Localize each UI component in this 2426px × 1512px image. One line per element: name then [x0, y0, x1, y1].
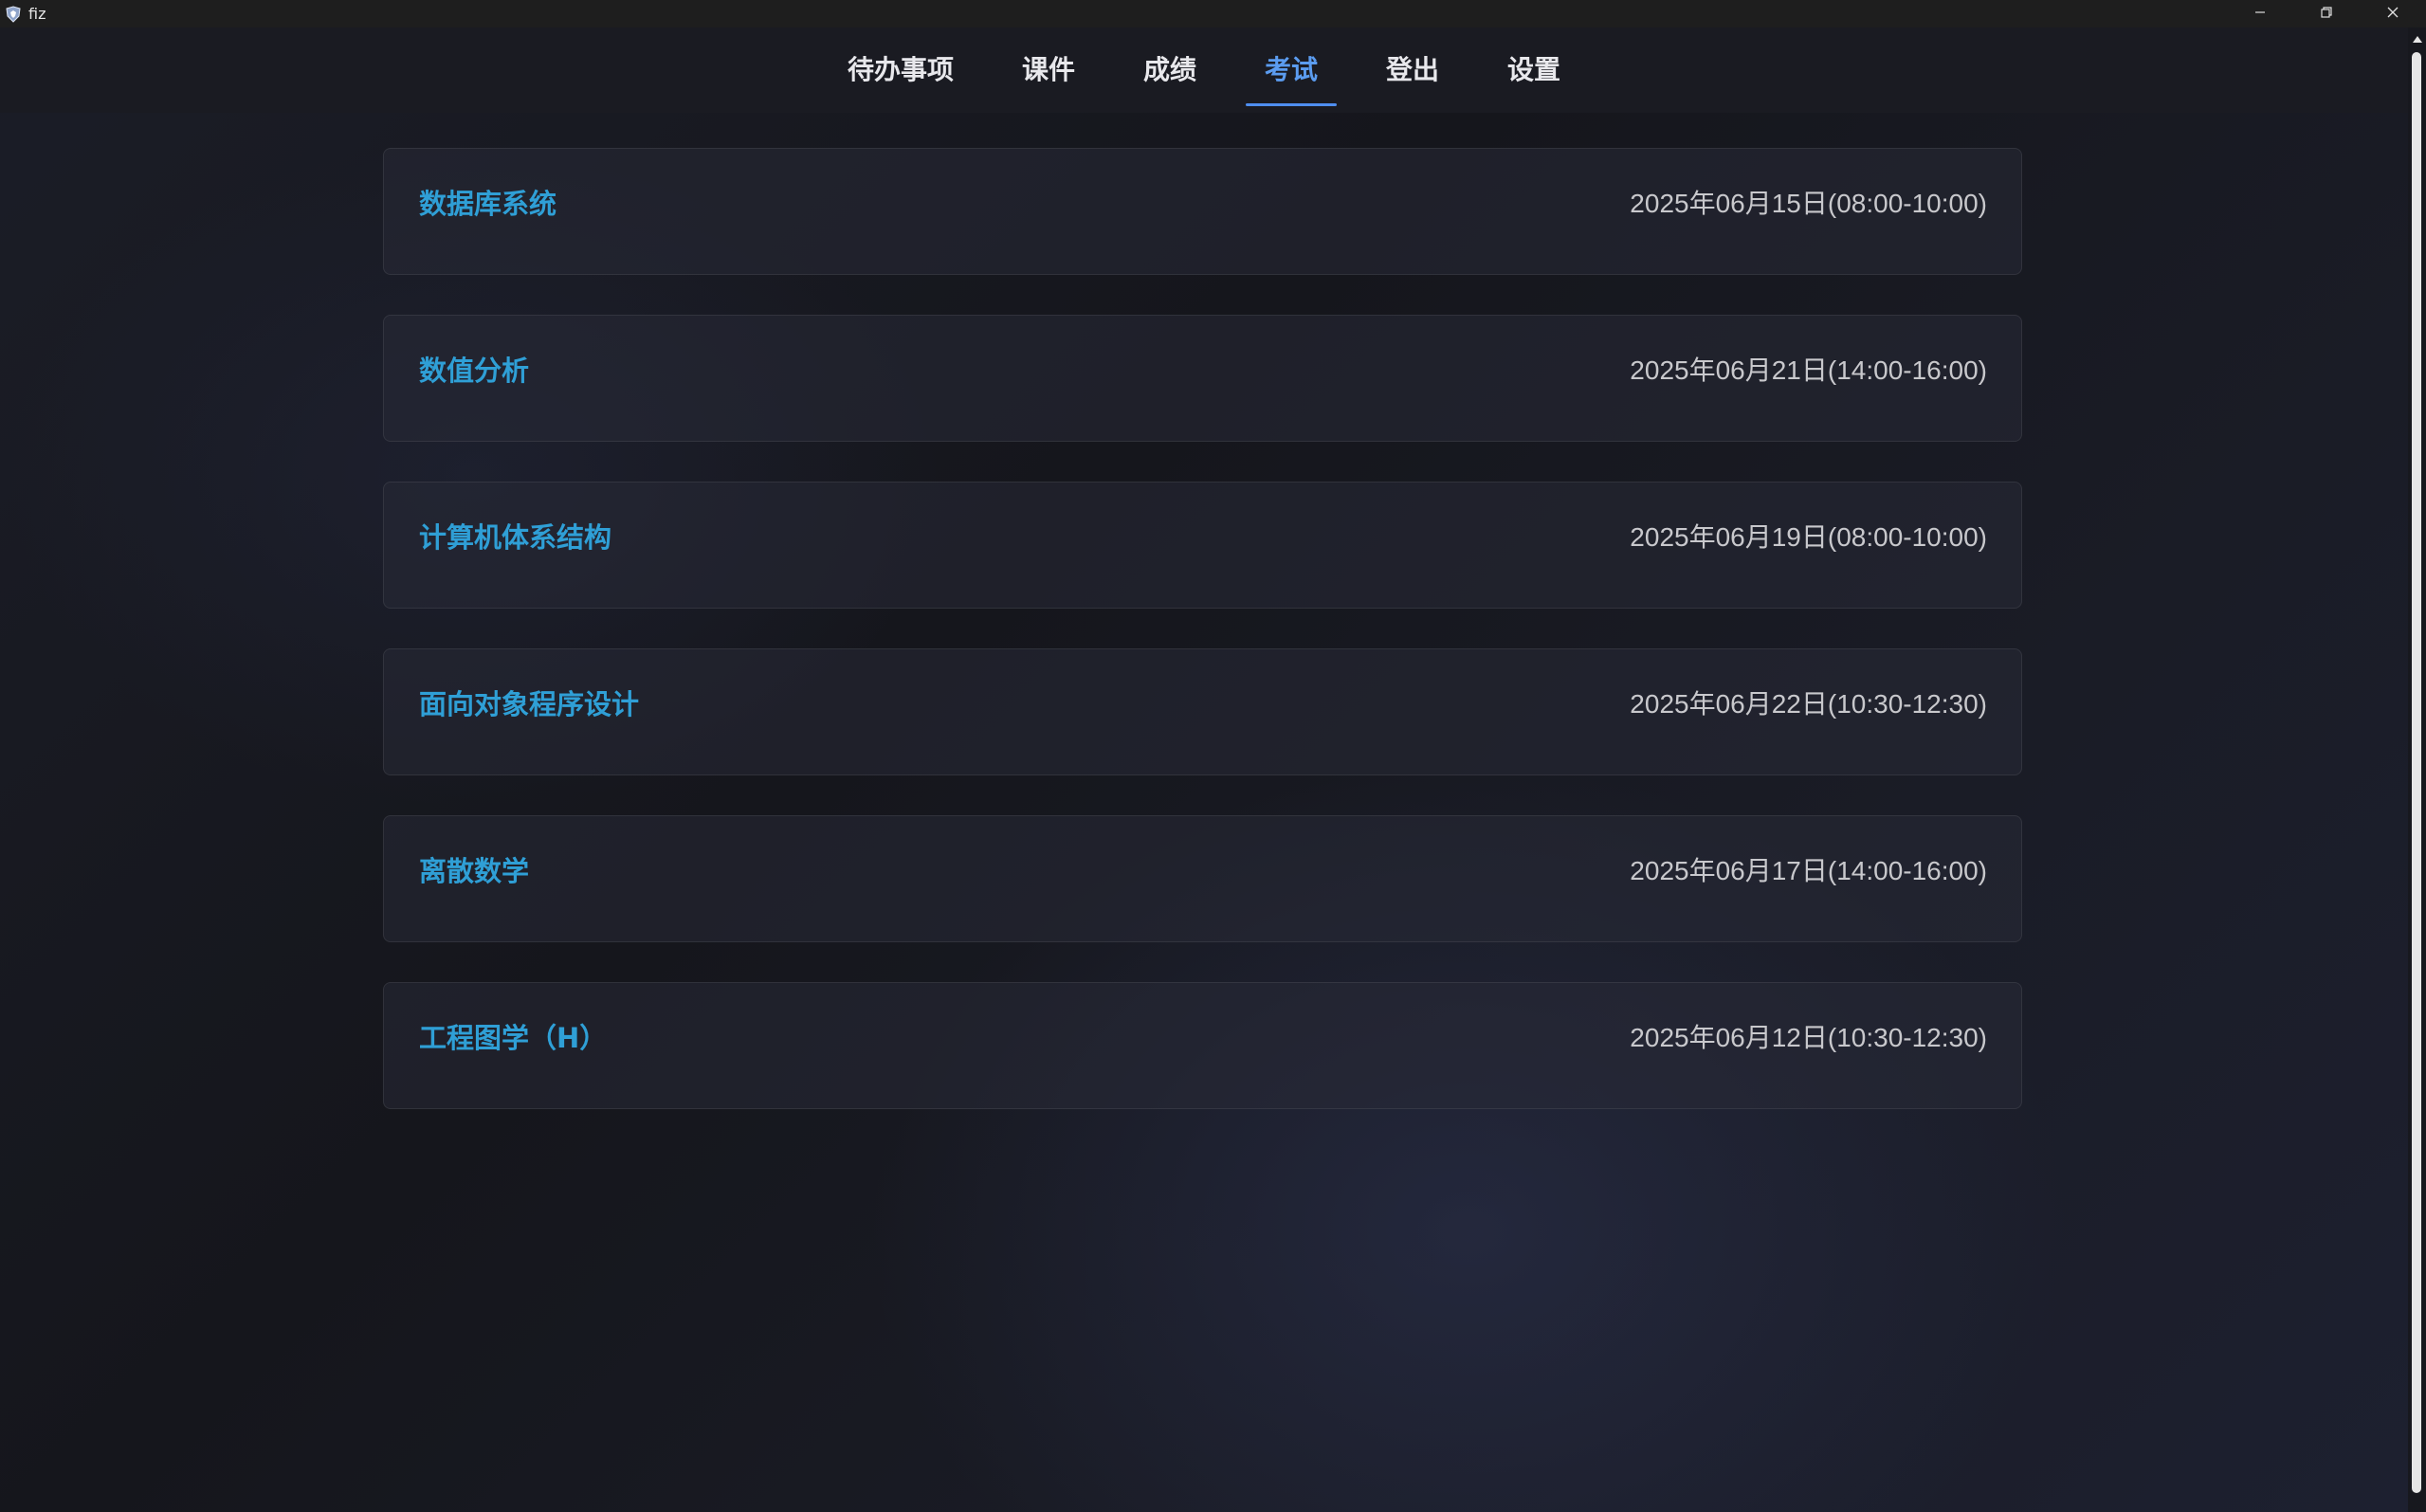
exam-time: 2025年06月12日(10:30-12:30): [1630, 1023, 1987, 1052]
exam-card[interactable]: 计算机体系结构 2025年06月19日(08:00-10:00): [383, 482, 2022, 609]
nav-tabs: 待办事项 课件 成绩 考试 登出 设置: [0, 27, 2408, 113]
restore-icon: [2320, 5, 2333, 23]
close-icon: [2386, 5, 2399, 23]
tab-logout[interactable]: 登出: [1367, 34, 1458, 106]
exam-time: 2025年06月22日(10:30-12:30): [1630, 689, 1987, 719]
scroll-up-arrow-icon: [2412, 29, 2423, 47]
app-window: fiz 待办事项 课件 成绩 考试 登出 设置 数据库系统 2025年06月15…: [0, 0, 2426, 1512]
exam-card[interactable]: 数值分析 2025年06月21日(14:00-16:00): [383, 315, 2022, 442]
tab-todo[interactable]: 待办事项: [829, 34, 973, 106]
exam-time: 2025年06月15日(08:00-10:00): [1630, 189, 1987, 218]
exam-name: 数值分析: [419, 355, 530, 387]
exam-card[interactable]: 工程图学（H） 2025年06月12日(10:30-12:30): [383, 982, 2022, 1109]
exam-card[interactable]: 数据库系统 2025年06月15日(08:00-10:00): [383, 148, 2022, 275]
scroll-up-button[interactable]: [2408, 27, 2426, 48]
scrollbar-thumb[interactable]: [2412, 52, 2421, 1493]
tab-courseware[interactable]: 课件: [1003, 34, 1094, 106]
exam-card[interactable]: 离散数学 2025年06月17日(14:00-16:00): [383, 815, 2022, 942]
vertical-scrollbar[interactable]: [2408, 27, 2426, 1512]
close-button[interactable]: [2360, 0, 2426, 27]
exam-name: 面向对象程序设计: [419, 688, 640, 720]
minimize-icon: [2253, 5, 2267, 23]
exam-name: 数据库系统: [419, 188, 557, 220]
minimize-button[interactable]: [2227, 0, 2293, 27]
exam-name: 离散数学: [419, 855, 530, 887]
window-controls: [2227, 0, 2426, 27]
window-title: fiz: [28, 5, 46, 23]
tab-exams[interactable]: 考试: [1246, 34, 1338, 106]
exam-list: 数据库系统 2025年06月15日(08:00-10:00) 数值分析 2025…: [383, 148, 2022, 1149]
title-bar[interactable]: fiz: [0, 0, 2426, 27]
tab-settings[interactable]: 设置: [1488, 34, 1579, 106]
exam-time: 2025年06月19日(08:00-10:00): [1630, 522, 1987, 552]
app-logo-icon: [4, 5, 23, 24]
exam-time: 2025年06月21日(14:00-16:00): [1630, 355, 1987, 385]
top-navigation: 待办事项 课件 成绩 考试 登出 设置: [0, 27, 2408, 113]
exam-time: 2025年06月17日(14:00-16:00): [1630, 856, 1987, 885]
tab-grades[interactable]: 成绩: [1124, 34, 1215, 106]
exam-card[interactable]: 面向对象程序设计 2025年06月22日(10:30-12:30): [383, 648, 2022, 775]
exam-name: 工程图学（H）: [419, 1022, 608, 1054]
exam-name: 计算机体系结构: [419, 521, 612, 554]
restore-button[interactable]: [2293, 0, 2360, 27]
